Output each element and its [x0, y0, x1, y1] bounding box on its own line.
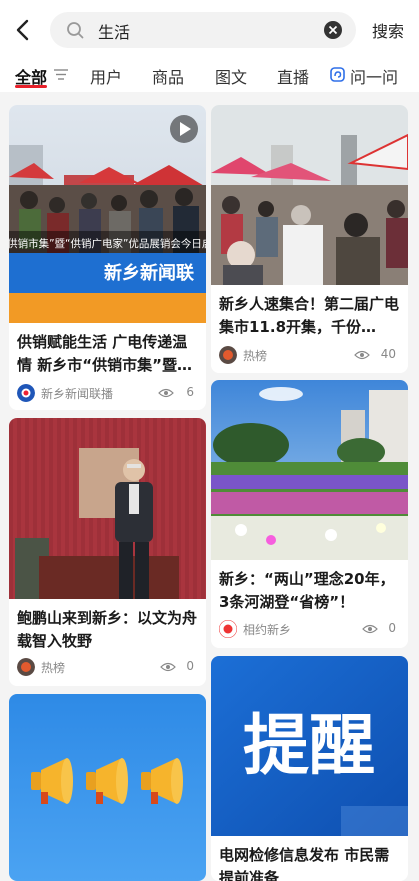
search-query: 生活	[98, 23, 131, 42]
card-title: 供销赋能生活 广电传递温情 新乡市“供销市集”暨…	[17, 333, 192, 374]
card-thumbnail	[211, 105, 408, 285]
result-card-2[interactable]: 新乡人速集合！第二届广电集市11.8开集，千份… 热榜 40	[211, 105, 408, 373]
tab-ask[interactable]: 问一问	[350, 64, 398, 88]
card-meta: 热榜 0	[17, 657, 198, 677]
card-thumbnail	[9, 694, 206, 881]
card-title: 鲍鹏山来到新乡：以文为舟 载智入牧野	[17, 609, 198, 650]
result-card-5[interactable]	[9, 694, 206, 881]
card-meta: 相约新乡 0	[219, 619, 400, 639]
card-thumbnail	[211, 380, 408, 560]
card-title: 新乡人速集合！第二届广电集市11.8开集，千份…	[219, 295, 400, 336]
image-logo-text: 新乡新闻联	[104, 262, 194, 284]
source-name: 相约新乡	[243, 623, 292, 637]
top-bar: 生活 搜索	[0, 0, 419, 60]
source-avatar	[17, 384, 35, 402]
views-icon	[354, 350, 370, 360]
search-button[interactable]: 搜索	[372, 18, 404, 42]
tab-articles[interactable]: 图文	[215, 64, 247, 88]
result-card-4[interactable]: 新乡：“两山”理念20年，3条河湖登“省榜”！ 相约新乡 0	[211, 380, 408, 648]
views-icon	[362, 624, 378, 634]
garden-photo	[211, 380, 408, 560]
view-count: 40	[380, 347, 396, 361]
view-count: 0	[186, 659, 194, 673]
card-meta: 新乡新闻联播 6	[17, 383, 198, 403]
speaker-photo	[9, 418, 206, 599]
card-thumbnail: “供销市集”暨“供销广电家”优品展销会今日启 新乡新闻联	[9, 105, 206, 323]
result-card-6[interactable]: 提醒 电网检修信息发布 市民需提前准备	[211, 656, 408, 881]
search-icon	[67, 22, 84, 39]
filter-icon[interactable]	[53, 66, 69, 82]
tab-live[interactable]: 直播	[277, 64, 309, 88]
view-count: 6	[186, 385, 194, 399]
reminder-image: 提醒	[211, 656, 408, 836]
card-meta: 热榜 40	[219, 345, 400, 365]
view-count: 0	[388, 621, 396, 635]
clear-icon[interactable]	[324, 21, 342, 39]
source-avatar	[219, 346, 237, 364]
source-avatar	[219, 620, 237, 638]
source-avatar	[17, 658, 35, 676]
market-photo: “供销市集”暨“供销广电家”优品展销会今日启 新乡新闻联	[9, 105, 206, 323]
megaphone-image	[9, 694, 206, 881]
card-thumbnail	[9, 418, 206, 599]
card-title: 新乡：“两山”理念20年，3条河湖登“省榜”！	[219, 570, 395, 611]
result-card-1[interactable]: “供销市集”暨“供销广电家”优品展销会今日启 新乡新闻联 供销赋能生活 广电传递…	[9, 105, 206, 410]
tab-products[interactable]: 商品	[152, 64, 184, 88]
reminder-text: 提醒	[243, 707, 375, 784]
active-tab-indicator	[15, 85, 47, 88]
source-name: 热榜	[243, 349, 268, 363]
views-icon	[158, 388, 174, 398]
views-icon	[160, 662, 176, 672]
tab-users[interactable]: 用户	[90, 64, 122, 88]
search-input[interactable]: 生活	[50, 12, 356, 48]
ask-icon	[330, 67, 345, 82]
source-name: 热榜	[41, 661, 66, 675]
source-name: 新乡新闻联播	[41, 387, 114, 401]
card-title: 电网检修信息发布 市民需提前准备	[219, 846, 390, 881]
back-arrow-icon[interactable]	[10, 16, 36, 44]
fair-photo	[211, 105, 408, 285]
image-caption: “供销市集”暨“供销广电家”优品展销会今日启	[9, 237, 206, 250]
result-card-3[interactable]: 鲍鹏山来到新乡：以文为舟 载智入牧野 热榜 0	[9, 418, 206, 686]
card-thumbnail: 提醒	[211, 656, 408, 836]
